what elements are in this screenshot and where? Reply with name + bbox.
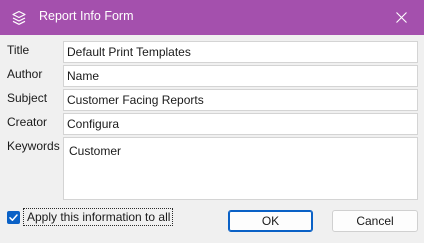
creator-field[interactable]: Configura: [63, 113, 418, 135]
subject-label: Subject: [7, 91, 48, 105]
keywords-label: Keywords: [7, 139, 60, 153]
author-label: Author: [7, 67, 43, 81]
cancel-button[interactable]: Cancel: [332, 210, 418, 232]
apply-all-checkbox[interactable]: [7, 211, 20, 224]
title-label: Title: [7, 43, 30, 57]
form-body: Title Default Print Templates Author Nam…: [0, 35, 424, 243]
title-field[interactable]: Default Print Templates: [63, 41, 418, 63]
ok-button[interactable]: OK: [228, 210, 313, 232]
close-icon: [396, 12, 407, 23]
window-title: Report Info Form: [39, 9, 134, 23]
layers-icon: [11, 10, 27, 26]
subject-field[interactable]: Customer Facing Reports: [63, 89, 418, 111]
title-bar: Report Info Form: [0, 0, 424, 35]
author-field[interactable]: Name: [63, 65, 418, 87]
apply-all-label[interactable]: Apply this information to all: [23, 208, 174, 226]
close-button[interactable]: [388, 5, 414, 29]
checkmark-icon: [9, 214, 18, 221]
creator-label: Creator: [7, 115, 48, 129]
keywords-field[interactable]: Customer: [63, 137, 418, 200]
